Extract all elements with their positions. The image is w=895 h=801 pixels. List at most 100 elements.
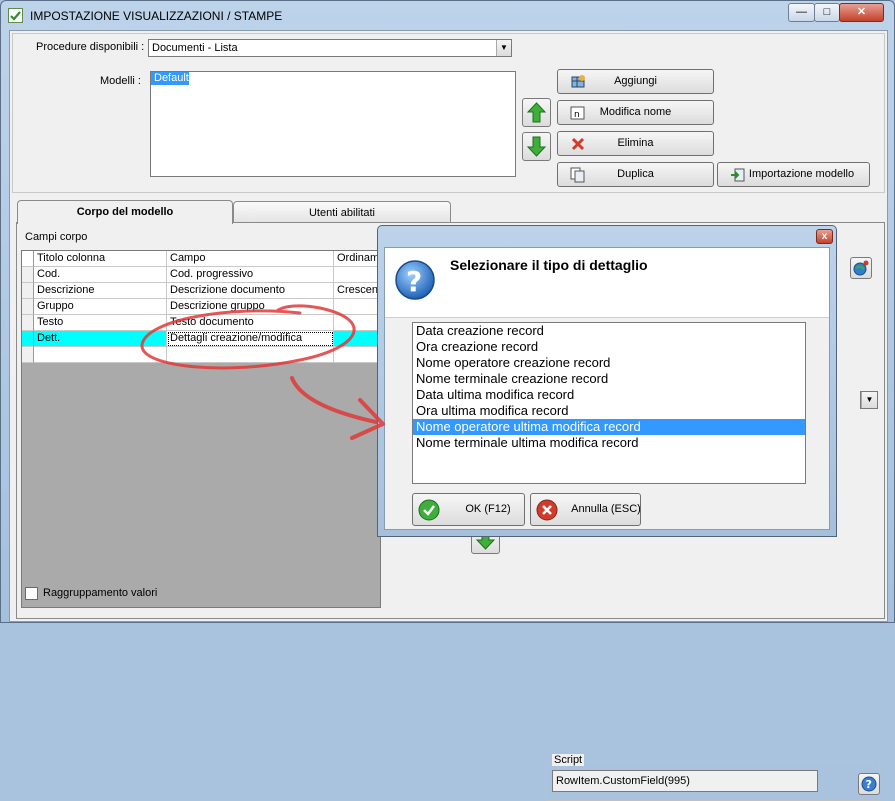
table-cell[interactable]: Gruppo bbox=[34, 299, 167, 315]
table-cell-focused[interactable]: Dettagli creazione/modifica bbox=[167, 331, 334, 347]
table-cell[interactable]: Crescen bbox=[334, 283, 380, 299]
table-cell[interactable]: Dett. bbox=[34, 331, 167, 347]
table-cell[interactable] bbox=[334, 331, 380, 347]
table-cell[interactable] bbox=[167, 347, 334, 363]
procedure-combo-value: Documenti - Lista bbox=[152, 42, 238, 54]
cancel-button[interactable]: Annulla (ESC) bbox=[530, 493, 641, 526]
models-panel: Procedure disponibili : Documenti - List… bbox=[12, 33, 885, 193]
table-cell[interactable] bbox=[334, 347, 380, 363]
cancel-label: Annulla (ESC) bbox=[571, 503, 641, 515]
help-button[interactable]: ? bbox=[858, 773, 880, 795]
list-item[interactable]: Ora creazione record bbox=[413, 339, 805, 355]
table-cell[interactable] bbox=[334, 299, 380, 315]
grid-header-titolo[interactable]: Titolo colonna bbox=[34, 251, 167, 267]
models-list[interactable]: Default bbox=[150, 71, 516, 177]
table-row[interactable]: Gruppo Descrizione gruppo bbox=[22, 299, 380, 315]
models-label: Modelli : bbox=[100, 75, 141, 87]
grid-header-row: Titolo colonna Campo Ordinam bbox=[22, 251, 380, 267]
list-item[interactable]: Data creazione record bbox=[413, 323, 805, 339]
import-model-button[interactable]: Importazione modello bbox=[717, 162, 870, 187]
table-cell[interactable]: Descrizione documento bbox=[167, 283, 334, 299]
row-indicator bbox=[22, 251, 34, 267]
minimize-button[interactable]: — bbox=[788, 3, 815, 22]
table-cell[interactable]: Cod. progressivo bbox=[167, 267, 334, 283]
table-cell[interactable]: Descrizione gruppo bbox=[167, 299, 334, 315]
close-button[interactable]: ✕ bbox=[839, 3, 884, 22]
list-item[interactable]: Data ultima modifica record bbox=[413, 387, 805, 403]
grid-header-campo[interactable]: Campo bbox=[167, 251, 334, 267]
cancel-x-icon bbox=[536, 499, 558, 521]
side-combo[interactable]: ▼ bbox=[860, 391, 878, 409]
list-item[interactable]: Ora ultima modifica record bbox=[413, 403, 805, 419]
ok-label: OK (F12) bbox=[465, 503, 511, 515]
duplicate-model-button[interactable]: Duplica bbox=[557, 162, 714, 187]
svg-text:n: n bbox=[574, 110, 580, 120]
row-indicator[interactable] bbox=[22, 283, 34, 299]
table-cell[interactable] bbox=[334, 267, 380, 283]
table-row[interactable]: Cod. Cod. progressivo bbox=[22, 267, 380, 283]
tab-utenti-abilitati[interactable]: Utenti abilitati bbox=[233, 201, 451, 224]
row-indicator[interactable] bbox=[22, 347, 34, 363]
move-up-button[interactable] bbox=[522, 98, 551, 127]
ok-button[interactable]: OK (F12) bbox=[412, 493, 525, 526]
rename-model-button[interactable]: n Modifica nome bbox=[557, 100, 714, 125]
chevron-down-icon[interactable]: ▼ bbox=[496, 40, 511, 56]
add-model-label: Aggiungi bbox=[614, 75, 657, 87]
checkmark-icon bbox=[418, 499, 440, 521]
table-cell[interactable]: Testo bbox=[34, 315, 167, 331]
rename-icon: n bbox=[570, 106, 585, 120]
table-row-selected[interactable]: Dett. Dettagli creazione/modifica bbox=[22, 331, 380, 347]
list-item[interactable]: Default bbox=[151, 72, 189, 85]
dialog-title: Selezionare il tipo di dettaglio bbox=[450, 257, 648, 273]
grouping-checkbox[interactable] bbox=[25, 587, 38, 600]
tab-corpo-del-modello[interactable]: Corpo del modello bbox=[17, 200, 233, 224]
add-model-button[interactable]: Aggiungi bbox=[557, 69, 714, 94]
chevron-down-icon[interactable]: ▼ bbox=[861, 392, 877, 408]
list-item[interactable]: Nome terminale ultima modifica record bbox=[413, 435, 805, 451]
dialog-header: ? Selezionare il tipo di dettaglio bbox=[385, 248, 829, 318]
grid-header-ordinamento[interactable]: Ordinam bbox=[334, 251, 380, 267]
svg-text:?: ? bbox=[406, 265, 422, 298]
table-cell[interactable]: Descrizione bbox=[34, 283, 167, 299]
arrow-up-icon bbox=[526, 102, 547, 123]
list-item[interactable]: Nome terminale creazione record bbox=[413, 371, 805, 387]
detail-type-dialog: x ? Selezionare il tipo di dettaglio Dat… bbox=[377, 225, 837, 537]
table-cell[interactable] bbox=[334, 315, 380, 331]
table-cell[interactable]: Testo documento bbox=[167, 315, 334, 331]
list-item-selected[interactable]: Nome operatore ultima modifica record bbox=[413, 419, 805, 435]
table-row[interactable]: Testo Testo documento bbox=[22, 315, 380, 331]
procedure-label: Procedure disponibili : bbox=[36, 41, 145, 53]
fields-label: Campi corpo bbox=[25, 231, 88, 243]
arrow-down-icon bbox=[526, 136, 547, 157]
add-grid-icon bbox=[571, 75, 585, 88]
row-indicator[interactable] bbox=[22, 331, 34, 347]
rename-model-label: Modifica nome bbox=[599, 106, 672, 118]
script-field[interactable]: RowItem.CustomField(995) bbox=[552, 770, 818, 792]
table-cell[interactable] bbox=[34, 347, 167, 363]
import-icon bbox=[731, 168, 745, 182]
question-icon: ? bbox=[395, 260, 435, 300]
table-cell[interactable]: Cod. bbox=[34, 267, 167, 283]
table-row-new[interactable] bbox=[22, 347, 380, 363]
globe-icon-button[interactable] bbox=[850, 257, 872, 279]
dialog-body: ? Selezionare il tipo di dettaglio Data … bbox=[384, 247, 830, 530]
delete-x-icon bbox=[571, 137, 585, 151]
fields-grid[interactable]: Titolo colonna Campo Ordinam Cod. Cod. p… bbox=[21, 250, 381, 608]
title-bar[interactable]: IMPOSTAZIONE VISUALIZZAZIONI / STAMPE — … bbox=[1, 1, 894, 29]
delete-model-label: Elimina bbox=[617, 137, 654, 149]
maximize-button[interactable]: □ bbox=[814, 3, 840, 22]
duplicate-model-label: Duplica bbox=[617, 168, 654, 180]
duplicate-icon bbox=[570, 167, 585, 183]
delete-model-button[interactable]: Elimina bbox=[557, 131, 714, 156]
dialog-close-button[interactable]: x bbox=[816, 229, 833, 244]
import-model-label: Importazione modello bbox=[748, 168, 855, 180]
detail-type-list[interactable]: Data creazione record Ora creazione reco… bbox=[412, 322, 806, 484]
row-indicator[interactable] bbox=[22, 299, 34, 315]
procedure-combo[interactable]: Documenti - Lista ▼ bbox=[148, 39, 512, 57]
move-down-button[interactable] bbox=[522, 132, 551, 161]
row-indicator[interactable] bbox=[22, 267, 34, 283]
grouping-label: Raggruppamento valori bbox=[43, 587, 158, 599]
row-indicator[interactable] bbox=[22, 315, 34, 331]
list-item[interactable]: Nome operatore creazione record bbox=[413, 355, 805, 371]
table-row[interactable]: Descrizione Descrizione documento Cresce… bbox=[22, 283, 380, 299]
